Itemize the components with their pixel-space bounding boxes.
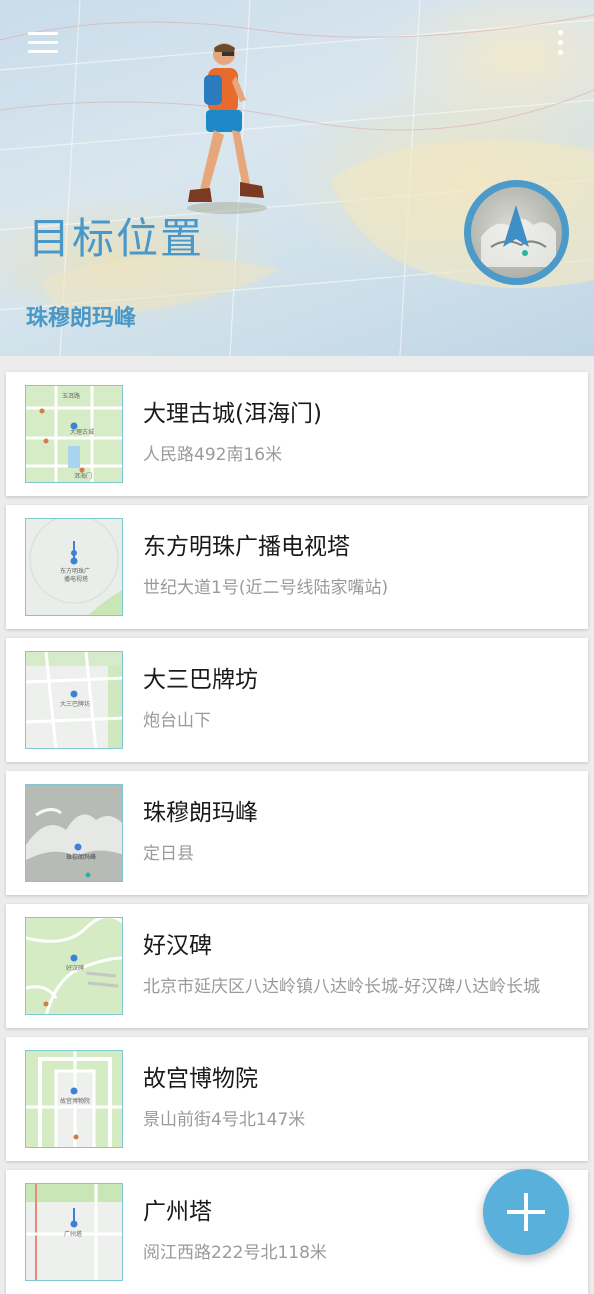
- map-thumbnail: 好汉碑: [25, 917, 123, 1015]
- map-thumbnail: 大三巴牌坊: [25, 651, 123, 749]
- location-card[interactable]: 珠穆朗玛峰 珠穆朗玛峰 定日县: [6, 771, 588, 895]
- map-thumbnail: 玉洱路 大理古城 洱海门: [25, 385, 123, 483]
- location-name: 大理古城(洱海门): [143, 401, 322, 427]
- compass-button[interactable]: [464, 180, 569, 285]
- svg-text:大理古城: 大理古城: [70, 428, 94, 436]
- map-thumbnail: 东方明珠广 播电视塔: [25, 518, 123, 616]
- location-card[interactable]: 大三巴牌坊 大三巴牌坊 炮台山下: [6, 638, 588, 762]
- location-card[interactable]: 故宫博物院 故宫博物院 景山前街4号北147米: [6, 1037, 588, 1161]
- svg-text:好汉碑: 好汉碑: [66, 964, 84, 972]
- traveler-figure-illustration: [187, 43, 267, 214]
- location-address: 北京市延庆区八达岭镇八达岭长城-好汉碑八达岭长城: [143, 977, 541, 997]
- location-name: 珠穆朗玛峰: [143, 800, 258, 826]
- svg-text:广州塔: 广州塔: [64, 1230, 82, 1238]
- current-target-name: 珠穆朗玛峰: [26, 306, 137, 331]
- svg-text:大三巴牌坊: 大三巴牌坊: [60, 700, 90, 708]
- location-address: 景山前街4号北147米: [143, 1110, 306, 1130]
- compass-arrow-icon: [481, 205, 556, 267]
- hamburger-menu-icon[interactable]: [28, 32, 58, 54]
- location-name: 大三巴牌坊: [143, 667, 258, 693]
- svg-text:播电视塔: 播电视塔: [64, 575, 88, 583]
- location-address: 炮台山下: [143, 711, 211, 731]
- more-vertical-icon[interactable]: [552, 30, 568, 58]
- svg-text:东方明珠广: 东方明珠广: [60, 567, 90, 575]
- header-banner: 目标位置 珠穆朗玛峰: [0, 0, 594, 356]
- location-address: 人民路492南16米: [143, 445, 283, 465]
- svg-text:故宫博物院: 故宫博物院: [60, 1097, 90, 1105]
- map-thumbnail: 珠穆朗玛峰: [25, 784, 123, 882]
- svg-text:洱海门: 洱海门: [74, 472, 92, 480]
- location-name: 好汉碑: [143, 933, 212, 959]
- location-name: 东方明珠广播电视塔: [143, 534, 350, 560]
- map-thumbnail: 故宫博物院: [25, 1050, 123, 1148]
- location-card[interactable]: 东方明珠广 播电视塔 东方明珠广播电视塔 世纪大道1号(近二号线陆家嘴站): [6, 505, 588, 629]
- map-thumbnail: 广州塔: [25, 1183, 123, 1281]
- page-title: 目标位置: [28, 214, 205, 263]
- location-name: 广州塔: [143, 1199, 212, 1225]
- location-address: 阅江西路222号北118米: [143, 1243, 327, 1263]
- location-name: 故宫博物院: [143, 1066, 258, 1092]
- location-address: 世纪大道1号(近二号线陆家嘴站): [143, 578, 389, 598]
- add-location-button[interactable]: [483, 1169, 569, 1255]
- location-address: 定日县: [143, 844, 194, 864]
- location-card[interactable]: 好汉碑 好汉碑 北京市延庆区八达岭镇八达岭长城-好汉碑八达岭长城: [6, 904, 588, 1028]
- location-card[interactable]: 玉洱路 大理古城 洱海门 大理古城(洱海门) 人民路492南16米: [6, 372, 588, 496]
- svg-text:玉洱路: 玉洱路: [62, 392, 80, 400]
- svg-text:珠穆朗玛峰: 珠穆朗玛峰: [66, 853, 96, 861]
